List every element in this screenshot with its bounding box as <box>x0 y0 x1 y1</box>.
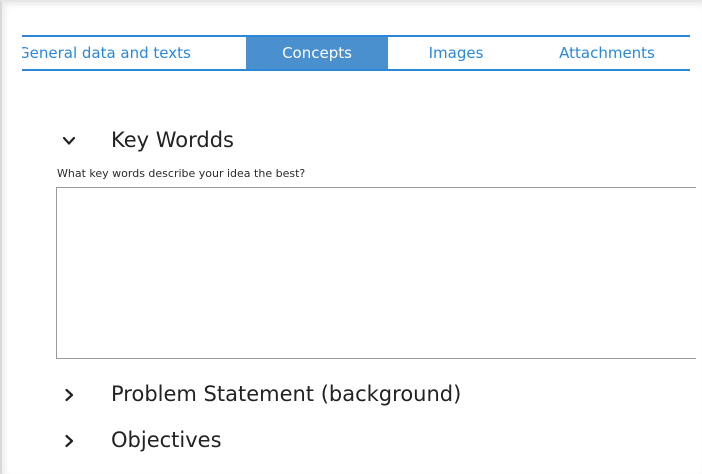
chevron-right-icon[interactable] <box>62 387 76 402</box>
tab-general-data[interactable]: General data and texts <box>22 37 246 69</box>
tab-images[interactable]: Images <box>388 37 524 69</box>
key-words-textarea[interactable] <box>56 187 696 359</box>
section-key-words-header[interactable]: Key Wordds <box>62 128 234 152</box>
chevron-right-icon[interactable] <box>62 433 76 448</box>
section-problem-statement-header[interactable]: Problem Statement (background) <box>62 382 461 406</box>
tab-attachments[interactable]: Attachments <box>524 37 690 69</box>
section-key-words-title: Key Wordds <box>111 128 234 152</box>
section-objectives-title: Objectives <box>111 428 222 452</box>
tab-concepts[interactable]: Concepts <box>246 37 388 69</box>
section-objectives-header[interactable]: Objectives <box>62 428 222 452</box>
chevron-down-icon[interactable] <box>62 133 76 147</box>
key-words-field-label: What key words describe your idea the be… <box>57 167 306 180</box>
section-problem-statement-title: Problem Statement (background) <box>111 382 462 406</box>
tab-bar: General data and texts Concepts Images A… <box>22 35 690 71</box>
